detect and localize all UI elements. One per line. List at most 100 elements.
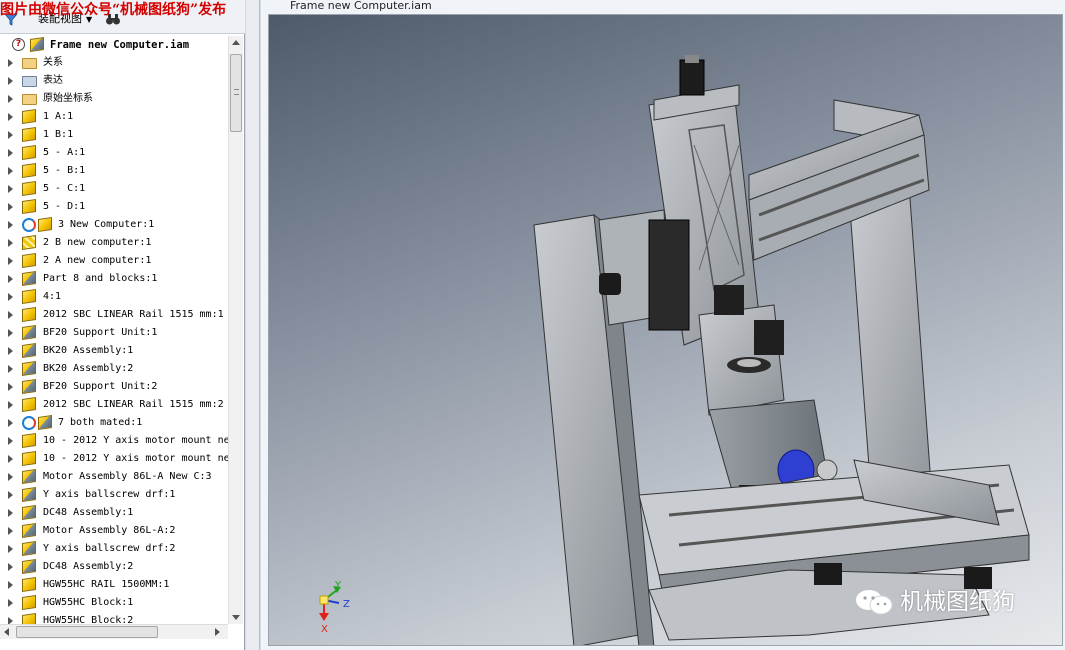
- expand-arrow-icon[interactable]: [8, 365, 13, 373]
- browser-node[interactable]: 3 New Computer:1: [0, 216, 228, 234]
- assembly-icon: [22, 325, 38, 340]
- browser-node[interactable]: Motor Assembly 86L-A:2: [0, 522, 228, 540]
- browser-node[interactable]: 2 B new computer:1: [0, 234, 228, 252]
- expand-arrow-icon[interactable]: [8, 95, 13, 103]
- question-assembly-icon: ?: [12, 38, 28, 52]
- browser-node[interactable]: 10 - 2012 Y axis motor mount ne: [0, 450, 228, 468]
- browser-node[interactable]: BK20 Assembly:1: [0, 342, 228, 360]
- browser-node[interactable]: Part 8 and blocks:1: [0, 270, 228, 288]
- triad-z-label: Z: [343, 599, 350, 610]
- browser-node[interactable]: 10 - 2012 Y axis motor mount ne: [0, 432, 228, 450]
- browser-node[interactable]: 5 - C:1: [0, 180, 228, 198]
- browser-node-label: BF20 Support Unit:1: [43, 327, 158, 338]
- panel-splitter[interactable]: [246, 0, 260, 650]
- expand-arrow-icon[interactable]: [8, 437, 13, 445]
- scroll-thumb[interactable]: [230, 54, 242, 132]
- assembly-icon: [22, 271, 38, 286]
- part-icon: [22, 397, 38, 412]
- expand-arrow-icon[interactable]: [8, 563, 13, 571]
- browser-node[interactable]: 5 - A:1: [0, 144, 228, 162]
- expand-arrow-icon[interactable]: [8, 617, 13, 624]
- expand-arrow-icon[interactable]: [8, 383, 13, 391]
- browser-vertical-scrollbar[interactable]: [228, 36, 243, 624]
- graphics-window: Frame new Computer.iam X Y Z: [261, 0, 1065, 650]
- expand-arrow-icon[interactable]: [8, 473, 13, 481]
- browser-node[interactable]: 2 A new computer:1: [0, 252, 228, 270]
- browser-node[interactable]: 1 A:1: [0, 108, 228, 126]
- browser-node[interactable]: BF20 Support Unit:1: [0, 324, 228, 342]
- browser-node[interactable]: 5 - B:1: [0, 162, 228, 180]
- expand-arrow-icon[interactable]: [8, 203, 13, 211]
- part-icon: [38, 217, 54, 232]
- browser-node[interactable]: Y axis ballscrew drf:2: [0, 540, 228, 558]
- browser-node[interactable]: 2012 SBC LINEAR Rail 1515 mm:1: [0, 306, 228, 324]
- model-browser: 装配视图 ▼ 图片由微信公众号“机械图纸狗”发布 ? Frame new Compu…: [0, 0, 245, 650]
- scroll-up-arrow-icon[interactable]: [232, 40, 240, 45]
- expand-arrow-icon[interactable]: [8, 599, 13, 607]
- assembly-icon: [38, 415, 54, 430]
- expand-arrow-icon[interactable]: [8, 419, 13, 427]
- expand-arrow-icon[interactable]: [8, 257, 13, 265]
- document-tab-title[interactable]: Frame new Computer.iam: [261, 0, 1065, 14]
- browser-node[interactable]: Motor Assembly 86L-A New C:3: [0, 468, 228, 486]
- browser-node[interactable]: HGW55HC RAIL 1500MM:1: [0, 576, 228, 594]
- browser-node[interactable]: 关系: [0, 54, 228, 72]
- coordinate-triad[interactable]: X Y Z: [319, 580, 350, 635]
- part-icon: [22, 613, 38, 624]
- expand-arrow-icon[interactable]: [8, 131, 13, 139]
- browser-node[interactable]: ? Frame new Computer.iam: [0, 36, 228, 54]
- scroll-left-arrow-icon[interactable]: [4, 628, 9, 636]
- folder-icon: [22, 56, 38, 70]
- expand-arrow-icon[interactable]: [8, 59, 13, 67]
- expand-arrow-icon[interactable]: [8, 311, 13, 319]
- scroll-down-arrow-icon[interactable]: [232, 615, 240, 620]
- expand-arrow-icon[interactable]: [8, 293, 13, 301]
- browser-node[interactable]: 4:1: [0, 288, 228, 306]
- browser-node[interactable]: 表达: [0, 72, 228, 90]
- browser-node[interactable]: 1 B:1: [0, 126, 228, 144]
- 3d-viewport[interactable]: X Y Z: [268, 14, 1063, 646]
- browser-node[interactable]: DC48 Assembly:2: [0, 558, 228, 576]
- expand-arrow-icon[interactable]: [8, 239, 13, 247]
- browser-node[interactable]: DC48 Assembly:1: [0, 504, 228, 522]
- browser-node-label: HGW55HC RAIL 1500MM:1: [43, 579, 170, 590]
- part-icon: [22, 181, 38, 196]
- part-icon: [22, 145, 38, 160]
- expand-arrow-icon[interactable]: [8, 401, 13, 409]
- expand-arrow-icon[interactable]: [8, 77, 13, 85]
- expand-arrow-icon[interactable]: [8, 221, 13, 229]
- expand-arrow-icon[interactable]: [8, 347, 13, 355]
- expand-arrow-icon[interactable]: [8, 509, 13, 517]
- expand-arrow-icon[interactable]: [8, 149, 13, 157]
- browser-node[interactable]: HGW55HC Block:1: [0, 594, 228, 612]
- browser-node-label: BF20 Support Unit:2: [43, 381, 158, 392]
- scroll-right-arrow-icon[interactable]: [215, 628, 220, 636]
- browser-node[interactable]: HGW55HC Block:2: [0, 612, 228, 624]
- expand-arrow-icon[interactable]: [8, 491, 13, 499]
- browser-horizontal-scrollbar[interactable]: [0, 624, 228, 639]
- browser-node[interactable]: BF20 Support Unit:2: [0, 378, 228, 396]
- assembly-icon: [22, 559, 38, 574]
- triad-y-label: Y: [334, 580, 342, 591]
- expand-arrow-icon[interactable]: [8, 545, 13, 553]
- scroll-thumb-horizontal[interactable]: [16, 626, 158, 638]
- expand-arrow-icon[interactable]: [8, 185, 13, 193]
- browser-node[interactable]: Y axis ballscrew drf:1: [0, 486, 228, 504]
- browser-node-label: 4:1: [43, 291, 62, 302]
- browser-node[interactable]: 5 - D:1: [0, 198, 228, 216]
- expand-arrow-icon[interactable]: [8, 167, 13, 175]
- browser-node-label: 2 A new computer:1: [43, 255, 152, 266]
- expand-arrow-icon[interactable]: [8, 455, 13, 463]
- browser-node[interactable]: 原始坐标系: [0, 90, 228, 108]
- browser-node-label: 5 - C:1: [43, 183, 86, 194]
- expand-arrow-icon[interactable]: [8, 581, 13, 589]
- browser-node[interactable]: BK20 Assembly:2: [0, 360, 228, 378]
- cnc-frame-model[interactable]: X Y Z: [269, 15, 1063, 646]
- browser-node[interactable]: 7 both mated:1: [0, 414, 228, 432]
- expand-arrow-icon[interactable]: [8, 113, 13, 121]
- expand-arrow-icon[interactable]: [8, 275, 13, 283]
- expand-arrow-icon[interactable]: [8, 527, 13, 535]
- part-icon: [22, 433, 38, 448]
- expand-arrow-icon[interactable]: [8, 329, 13, 337]
- browser-node[interactable]: 2012 SBC LINEAR Rail 1515 mm:2: [0, 396, 228, 414]
